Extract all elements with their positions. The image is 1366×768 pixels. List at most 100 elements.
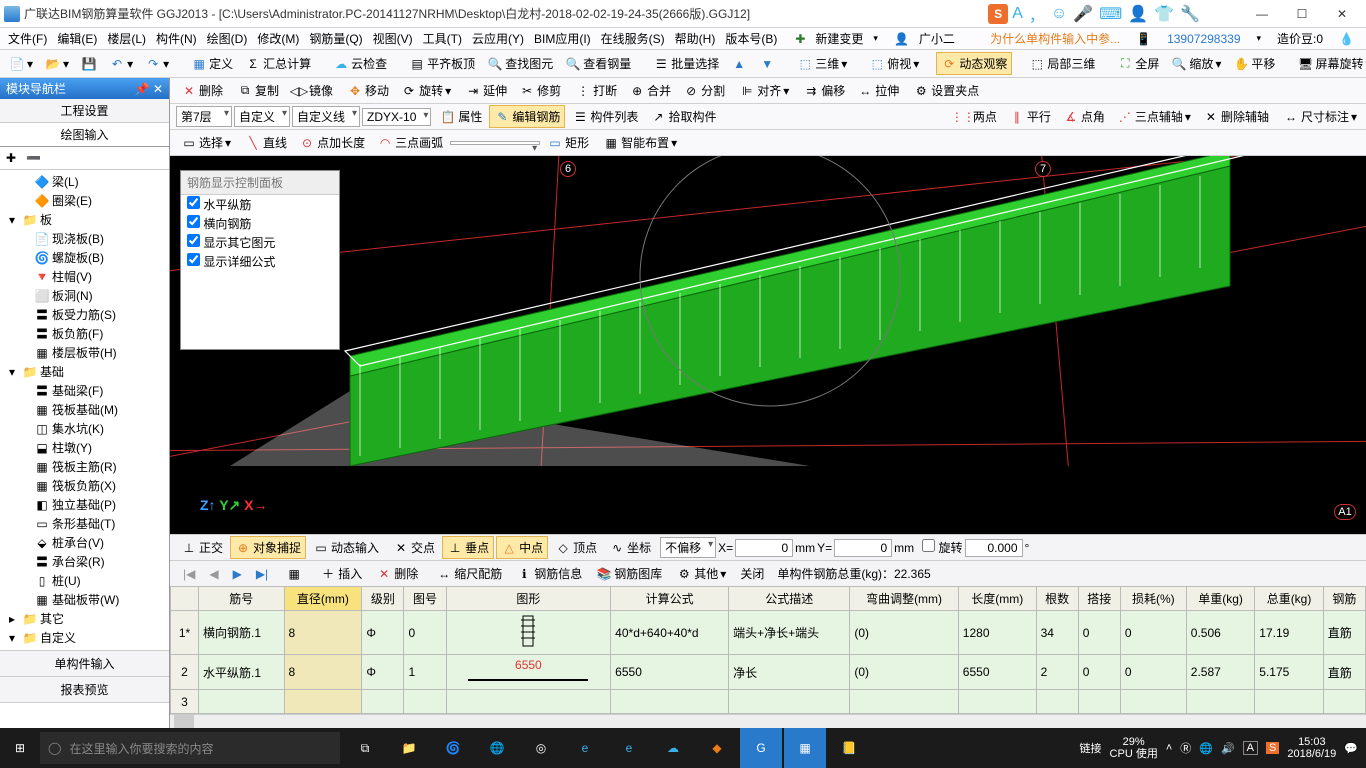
draw-input-tab[interactable]: 绘图输入 (0, 123, 169, 147)
align-button[interactable]: ⊫对齐▾ (734, 79, 794, 102)
app-this2[interactable]: G (740, 728, 782, 768)
tree-node[interactable]: ◧独立基础(P) (0, 495, 169, 514)
pivot-button[interactable]: ⚙设置夹点 (908, 79, 984, 102)
addlen-button[interactable]: ⊙点加长度 (294, 131, 370, 154)
cross-toggle[interactable]: ✕交点 (388, 536, 440, 559)
comp-list-button[interactable]: ☰构件列表 (567, 105, 643, 128)
h-scrollbar[interactable] (174, 715, 194, 728)
delete-button[interactable]: ✕删除 (176, 79, 228, 102)
panel-header[interactable]: 钢筋显示控制面板 (181, 171, 339, 195)
rebar-display-panel[interactable]: 钢筋显示控制面板 水平纵筋 横向钢筋 显示其它图元 显示详细公式 (180, 170, 340, 350)
col-header[interactable] (171, 587, 199, 611)
trim-button[interactable]: ✂修剪 (514, 79, 566, 102)
app-fan[interactable]: 🌀 (432, 728, 474, 768)
menu-tools[interactable]: 工具(T) (419, 28, 466, 49)
menu-cloud[interactable]: 云应用(Y) (468, 28, 528, 49)
angle-button[interactable]: ∡点角 (1058, 105, 1110, 128)
menu-view[interactable]: 视图(V) (369, 28, 417, 49)
grid-insert[interactable]: ＋插入 (315, 562, 367, 585)
col-header[interactable]: 钢筋 (1323, 587, 1365, 611)
col-header[interactable]: 搭接 (1078, 587, 1120, 611)
stretch-button[interactable]: ↔拉伸 (852, 79, 904, 102)
steel-button[interactable]: 🔍查看钢量 (560, 52, 636, 75)
find-button[interactable]: 🔍查找图元 (482, 52, 558, 75)
col-header[interactable]: 总重(kg) (1255, 587, 1323, 611)
mirror-button[interactable]: ◁▷镜像 (286, 79, 338, 102)
app-notes[interactable]: 📒 (828, 728, 870, 768)
opt-trans[interactable]: 横向钢筋 (181, 214, 339, 233)
ortho-toggle[interactable]: ⊥正交 (176, 536, 228, 559)
next-floor[interactable]: ▼ (754, 53, 780, 75)
rotate-checkbox[interactable] (922, 539, 935, 552)
pin-icon[interactable]: 📌 (135, 82, 150, 96)
grid-lib[interactable]: 📚钢筋图库 (591, 562, 667, 585)
break-button[interactable]: ⋮打断 (570, 79, 622, 102)
attr-button[interactable]: 📋属性 (435, 105, 487, 128)
tree-node[interactable]: 🔶圈梁(E) (0, 191, 169, 210)
topview-button[interactable]: ⬚俯视▾ (864, 52, 924, 75)
tree-node[interactable]: 〓承台梁(R) (0, 552, 169, 571)
collapse-icon[interactable]: ➖ (26, 151, 40, 165)
report-preview-tab[interactable]: 报表预览 (0, 677, 169, 703)
sum-button[interactable]: Σ汇总计算 (240, 52, 316, 75)
tree-node[interactable]: ▦筏板基础(M) (0, 400, 169, 419)
menu-draw[interactable]: 绘图(D) (203, 28, 252, 49)
tray-notif-icon[interactable]: 💬 (1344, 742, 1358, 755)
ime-tool-icon[interactable]: 🔧 (1178, 4, 1202, 24)
single-input-tab[interactable]: 单构件输入 (0, 651, 169, 677)
fullscreen-button[interactable]: ⛶全屏 (1112, 52, 1164, 75)
tree-node[interactable]: ⬙桩承台(V) (0, 533, 169, 552)
tree-node[interactable]: ▾📁基础 (0, 362, 169, 381)
tray-vol-icon[interactable]: 🔊 (1221, 742, 1235, 755)
tray-r[interactable]: Ⓡ (1180, 740, 1191, 756)
tree-node[interactable]: ◫集水坑(K) (0, 419, 169, 438)
grid-scale[interactable]: ↔缩尺配筋 (431, 562, 507, 585)
rect-button[interactable]: ▭矩形 (542, 131, 594, 154)
component-select[interactable]: ZDYX-10 (362, 108, 431, 126)
menu-version[interactable]: 版本号(B) (721, 28, 781, 49)
tree-node[interactable]: 〓基础梁(F) (0, 381, 169, 400)
prev-floor[interactable]: ▲ (726, 53, 752, 75)
tree-node[interactable]: ▾📁板 (0, 210, 169, 229)
project-settings-tab[interactable]: 工程设置 (0, 99, 169, 123)
redo-button[interactable]: ↷▾ (140, 53, 174, 75)
ime-kbd-icon[interactable]: ⌨ (1097, 4, 1124, 24)
3d-viewport[interactable]: 6 7 A1 Z↑ Y↗ X→ (170, 156, 1366, 534)
aux3-button[interactable]: ⋰三点辅轴▾ (1112, 105, 1196, 128)
app-edge2[interactable]: e (564, 728, 606, 768)
col-header[interactable]: 计算公式 (611, 587, 729, 611)
rotate-input[interactable]: 0.000 (965, 539, 1023, 557)
expand-icon[interactable]: ✚ (6, 151, 20, 165)
bean-icon[interactable]: 💧 (1335, 30, 1358, 48)
tree-node[interactable]: ▭条形基础(T) (0, 514, 169, 533)
flat-button[interactable]: ▤平齐板顶 (404, 52, 480, 75)
grid-close[interactable]: 关闭 (735, 562, 769, 585)
minimize-button[interactable]: — (1242, 3, 1282, 25)
opt-other[interactable]: 显示其它图元 (181, 233, 339, 252)
tree-node[interactable]: 📄现浇板(B) (0, 229, 169, 248)
col-header[interactable]: 长度(mm) (958, 587, 1036, 611)
table-row[interactable]: 3 (171, 690, 1366, 714)
table-row[interactable]: 2水平纵筋.18Φ165506550净长(0)65502002.5875.175… (171, 655, 1366, 690)
sogou-icon[interactable]: S (988, 4, 1008, 24)
define-button[interactable]: ▦定义 (186, 52, 238, 75)
tray-net-icon[interactable]: 🌐 (1199, 742, 1213, 755)
open-button[interactable]: 📂▾ (40, 53, 74, 75)
extend-button[interactable]: ⇥延伸 (460, 79, 512, 102)
menu-file[interactable]: 文件(F) (4, 28, 51, 49)
smart-button[interactable]: ▦智能布置▾ (598, 131, 682, 154)
tree-node[interactable]: 〓板受力筋(S) (0, 305, 169, 324)
menu-bim[interactable]: BIM应用(I) (530, 28, 595, 49)
merge-button[interactable]: ⊕合并 (624, 79, 676, 102)
menu-rebar[interactable]: 钢筋量(Q) (305, 28, 366, 49)
arc-button[interactable]: ◠三点画弧 (372, 131, 448, 154)
offset-button[interactable]: ⇉偏移 (798, 79, 850, 102)
perp-toggle[interactable]: ⊥垂点 (442, 536, 494, 559)
split-button[interactable]: ⊘分割 (678, 79, 730, 102)
tray-link[interactable]: 链接 (1080, 740, 1102, 756)
select-button[interactable]: ▭选择▾ (176, 131, 236, 154)
col-header[interactable]: 直径(mm) (284, 587, 362, 611)
rebar-table[interactable]: 筋号直径(mm)级别图号图形计算公式公式描述弯曲调整(mm)长度(mm)根数搭接… (170, 586, 1366, 714)
nav-first[interactable]: |◀ (178, 564, 200, 584)
col-header[interactable]: 图号 (404, 587, 446, 611)
